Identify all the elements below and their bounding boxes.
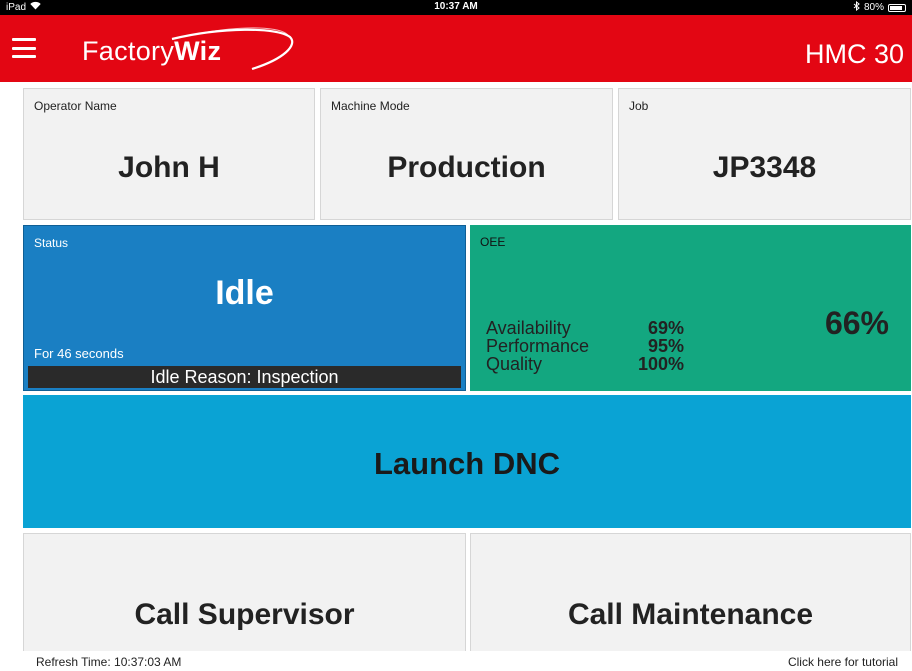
ios-status-bar: iPad 10:37 AM 80% [0, 0, 912, 15]
call-maintenance-button[interactable]: Call Maintenance [470, 533, 911, 653]
oee-label: OEE [480, 235, 506, 249]
tutorial-link[interactable]: Click here for tutorial [788, 655, 898, 669]
oee-row-quality: Quality 100% [486, 355, 684, 373]
hamburger-menu-icon[interactable] [12, 38, 36, 58]
footer: Refresh Time: 10:37:03 AM Click here for… [0, 651, 912, 671]
status-value: Idle [215, 274, 274, 312]
machine-mode-tile[interactable]: Machine Mode Production [320, 88, 613, 220]
oee-tile[interactable]: OEE 66% Availability 69% Performance 95%… [470, 225, 911, 391]
battery-percent: 80% [863, 2, 884, 13]
idle-reason: Idle Reason: Inspection [28, 366, 461, 388]
oee-row-availability: Availability 69% [486, 319, 684, 337]
machine-name: HMC 30 [804, 39, 904, 69]
call-maintenance-label: Call Maintenance [567, 598, 814, 631]
oee-metric-value: 69% [647, 318, 684, 338]
bluetooth-icon [853, 0, 860, 14]
oee-metric-value: 95% [647, 336, 684, 356]
factorywiz-logo: FactoryWiz [52, 25, 312, 77]
job-tile[interactable]: Job JP3348 [618, 88, 911, 220]
status-bar-right: 80% [853, 0, 906, 14]
refresh-time: Refresh Time: 10:37:03 AM [36, 655, 182, 669]
launch-dnc-button[interactable]: Launch DNC [23, 395, 911, 528]
launch-dnc-label: Launch DNC [374, 446, 560, 481]
operator-value: John H [118, 151, 220, 184]
oee-metric-name: Quality [486, 354, 543, 374]
battery-icon [888, 3, 906, 12]
status-duration: For 46 seconds [34, 346, 124, 361]
call-supervisor-label: Call Supervisor [134, 598, 355, 631]
oee-metric-name: Performance [486, 336, 590, 356]
oee-metrics: Availability 69% Performance 95% Quality… [486, 319, 684, 373]
logo-wordmark: FactoryWiz [82, 36, 221, 67]
status-tile[interactable]: Status Idle For 46 seconds Idle Reason: … [23, 225, 466, 391]
call-supervisor-button[interactable]: Call Supervisor [23, 533, 466, 653]
job-label: Job [629, 99, 649, 113]
job-value: JP3348 [712, 151, 817, 184]
logo-text: FactoryWiz [82, 36, 222, 66]
machine-mode-label: Machine Mode [331, 99, 410, 113]
operator-label: Operator Name [34, 99, 117, 113]
clock-time: 10:37 AM [434, 1, 478, 12]
app-header: FactoryWiz HMC 30 [0, 15, 912, 82]
oee-metric-value: 100% [637, 354, 684, 374]
machine-mode-value: Production [387, 151, 546, 184]
oee-total: 66% [824, 305, 889, 341]
oee-row-performance: Performance 95% [486, 337, 684, 355]
operator-tile[interactable]: Operator Name John H [23, 88, 315, 220]
oee-metric-name: Availability [486, 318, 571, 338]
status-label: Status [34, 236, 69, 250]
